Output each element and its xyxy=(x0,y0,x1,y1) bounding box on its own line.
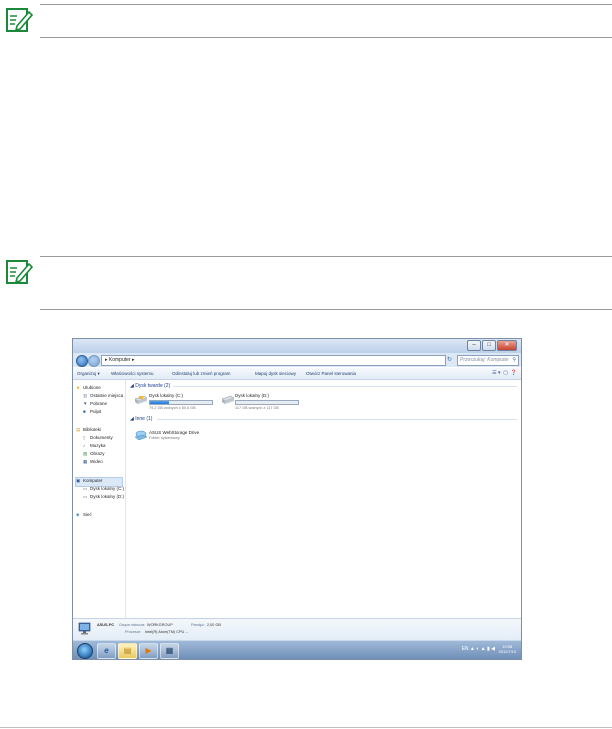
drive-c-name: Dysk lokalny (C:) xyxy=(149,393,184,398)
nav-item-computer[interactable]: ▣ Komputer xyxy=(76,478,103,484)
nav-item-desktop[interactable]: ■ Pulpit xyxy=(83,409,101,414)
taskbar-explorer-icon[interactable]: ▤ xyxy=(118,643,137,659)
system-properties-button[interactable]: Właściwości systemu xyxy=(111,368,154,379)
nav-item-pictures[interactable]: ▨ Obrazy xyxy=(83,451,105,457)
pc-name: ASUS-PC xyxy=(97,623,115,627)
search-input[interactable]: Przeszukaj: Komputer ⚲ xyxy=(457,355,519,366)
view-options-icons[interactable]: ☰ ▾ ▢ ❓ xyxy=(492,368,517,379)
window-controls: – □ ✕ xyxy=(467,340,517,351)
workgroup-label: Grupa robocza: xyxy=(119,623,146,627)
maximize-icon[interactable]: □ xyxy=(482,340,496,351)
music-icon: ♪ xyxy=(83,443,86,448)
nav-item-music[interactable]: ♪ Muzyka xyxy=(83,443,106,448)
refresh-icon[interactable]: ↻ xyxy=(447,356,452,363)
drive-icon: ▭ xyxy=(83,494,88,499)
forward-icon[interactable] xyxy=(88,355,100,367)
star-icon: ★ xyxy=(76,385,81,390)
drive-c-usage-bar xyxy=(149,400,213,405)
note-top-rule xyxy=(40,256,612,257)
address-text: ▸ Komputer ▸ xyxy=(105,357,135,363)
documents-icon: ▯ xyxy=(83,435,86,440)
nav-item-downloads[interactable]: ▼ Pobrane xyxy=(83,401,107,406)
videos-icon: ▦ xyxy=(83,459,88,464)
usage-fill xyxy=(150,401,169,404)
note-top-rule xyxy=(40,4,612,5)
start-button[interactable] xyxy=(77,643,93,659)
group-divider xyxy=(157,419,517,420)
drive-icon: ▭ xyxy=(83,486,88,491)
close-icon[interactable]: ✕ xyxy=(497,340,517,351)
search-icon[interactable]: ⚲ xyxy=(512,356,516,365)
note-bottom-rule xyxy=(40,309,612,310)
workgroup-value: WORKGROUP xyxy=(147,623,173,627)
page-footer-rule xyxy=(0,727,612,728)
drive-c-icon xyxy=(134,395,148,404)
cloud-drive-icon xyxy=(134,430,148,441)
processor-label: Procesor: xyxy=(125,630,142,634)
uninstall-program-button[interactable]: Odinstaluj lub zmień program xyxy=(172,368,231,379)
nav-item-videos[interactable]: ▦ Wideo xyxy=(83,459,103,465)
drive-d-icon xyxy=(221,395,235,404)
navigation-pane: ★ Ulubione ▥ Ostatnie miejsca ▼ Pobrane ■ Pu… xyxy=(73,380,126,618)
libraries-icon: ▤ xyxy=(76,427,81,432)
search-placeholder: Przeszukaj: Komputer xyxy=(460,357,509,363)
nav-item-network[interactable]: ◈ Sieć xyxy=(76,512,92,518)
clock-date: 2011/7/13 xyxy=(498,649,517,654)
memory-value: 2,00 GB xyxy=(207,623,221,627)
organize-button[interactable]: Organizuj ▾ xyxy=(77,368,100,379)
computer-icon xyxy=(78,622,91,635)
address-bar[interactable]: ▸ Komputer ▸ xyxy=(101,355,446,366)
drive-c-free: 79,2 GB wolnych z 80,6 GB xyxy=(149,406,196,410)
minimize-icon[interactable]: – xyxy=(467,340,481,351)
group-other[interactable]: ◢ Inne (1) xyxy=(130,416,152,422)
group-divider xyxy=(173,386,517,387)
note-pencil-icon xyxy=(5,258,35,288)
drive-d-free: 117 GB wolnych z 117 GB xyxy=(235,406,279,410)
address-row: ▸ Komputer ▸ ↻ Przeszukaj: Komputer ⚲ xyxy=(73,353,521,367)
desktop-icon: ■ xyxy=(83,409,86,414)
map-network-drive-button[interactable]: Mapuj dysk sieciowy xyxy=(255,368,296,379)
computer-icon: ▣ xyxy=(76,478,81,483)
nav-item-recent[interactable]: ▥ Ostatnie miejsca xyxy=(83,393,123,399)
webstorage-subtitle: Folder systemowy xyxy=(149,436,180,440)
open-control-panel-button[interactable]: Otwórz Panel sterowania xyxy=(306,368,356,379)
command-bar: Organizuj ▾ Właściwości systemu Odinstal… xyxy=(73,368,521,380)
downloads-folder-icon: ▼ xyxy=(83,401,88,406)
nav-item-drive-d[interactable]: ▭ Dysk lokalny (D:) xyxy=(83,494,124,500)
system-tray[interactable]: EN ▲ ◐ ▲ ▮ ◀ xyxy=(462,646,495,652)
nav-item-drive-c[interactable]: ▭ Dysk lokalny (C:) xyxy=(83,486,124,492)
back-icon[interactable] xyxy=(76,355,88,367)
memory-label: Pamięć: xyxy=(191,623,205,627)
content-pane: ◢ Dysk twarde (2) Dysk lokalny (C:) 79,2… xyxy=(127,380,521,618)
taskbar-ie-icon[interactable]: e xyxy=(97,643,116,659)
taskbar-media-player-icon[interactable]: ▶ xyxy=(139,643,158,659)
note-pencil-icon xyxy=(5,6,35,36)
webstorage-name: ASUS WebStorage Drive xyxy=(149,430,200,435)
network-icon: ◈ xyxy=(76,512,80,517)
recent-places-icon: ▥ xyxy=(83,393,88,398)
clock[interactable]: 10:58 2011/7/13 xyxy=(499,644,517,654)
pictures-icon: ▨ xyxy=(83,451,88,456)
taskbar-app-icon[interactable]: ▦ xyxy=(160,643,179,659)
taskbar: e ▤ ▶ ▦ EN ▲ ◐ ▲ ▮ ◀ 10:58 2011/7/13 xyxy=(73,640,521,659)
processor-value: Intel(R) Atom(TM) CPU ... xyxy=(145,630,189,634)
drive-d-usage-bar xyxy=(235,400,299,405)
group-hard-drives[interactable]: ◢ Dysk twarde (2) xyxy=(130,383,170,389)
nav-item-documents[interactable]: ▯ Dokumenty xyxy=(83,435,113,441)
title-bar: – □ ✕ xyxy=(73,339,521,353)
details-pane: ASUS-PC Grupa robocza: WORKGROUP Pamięć:… xyxy=(73,618,521,641)
drive-d-name: Dysk lokalny (D:) xyxy=(235,393,270,398)
note-bottom-rule xyxy=(40,37,612,38)
nav-item-libraries[interactable]: ▤ Biblioteki xyxy=(76,427,101,433)
explorer-screenshot: – □ ✕ ▸ Komputer ▸ ↻ Przeszukaj: Kompute… xyxy=(72,338,522,660)
nav-item-favorites[interactable]: ★ Ulubione xyxy=(76,385,101,391)
